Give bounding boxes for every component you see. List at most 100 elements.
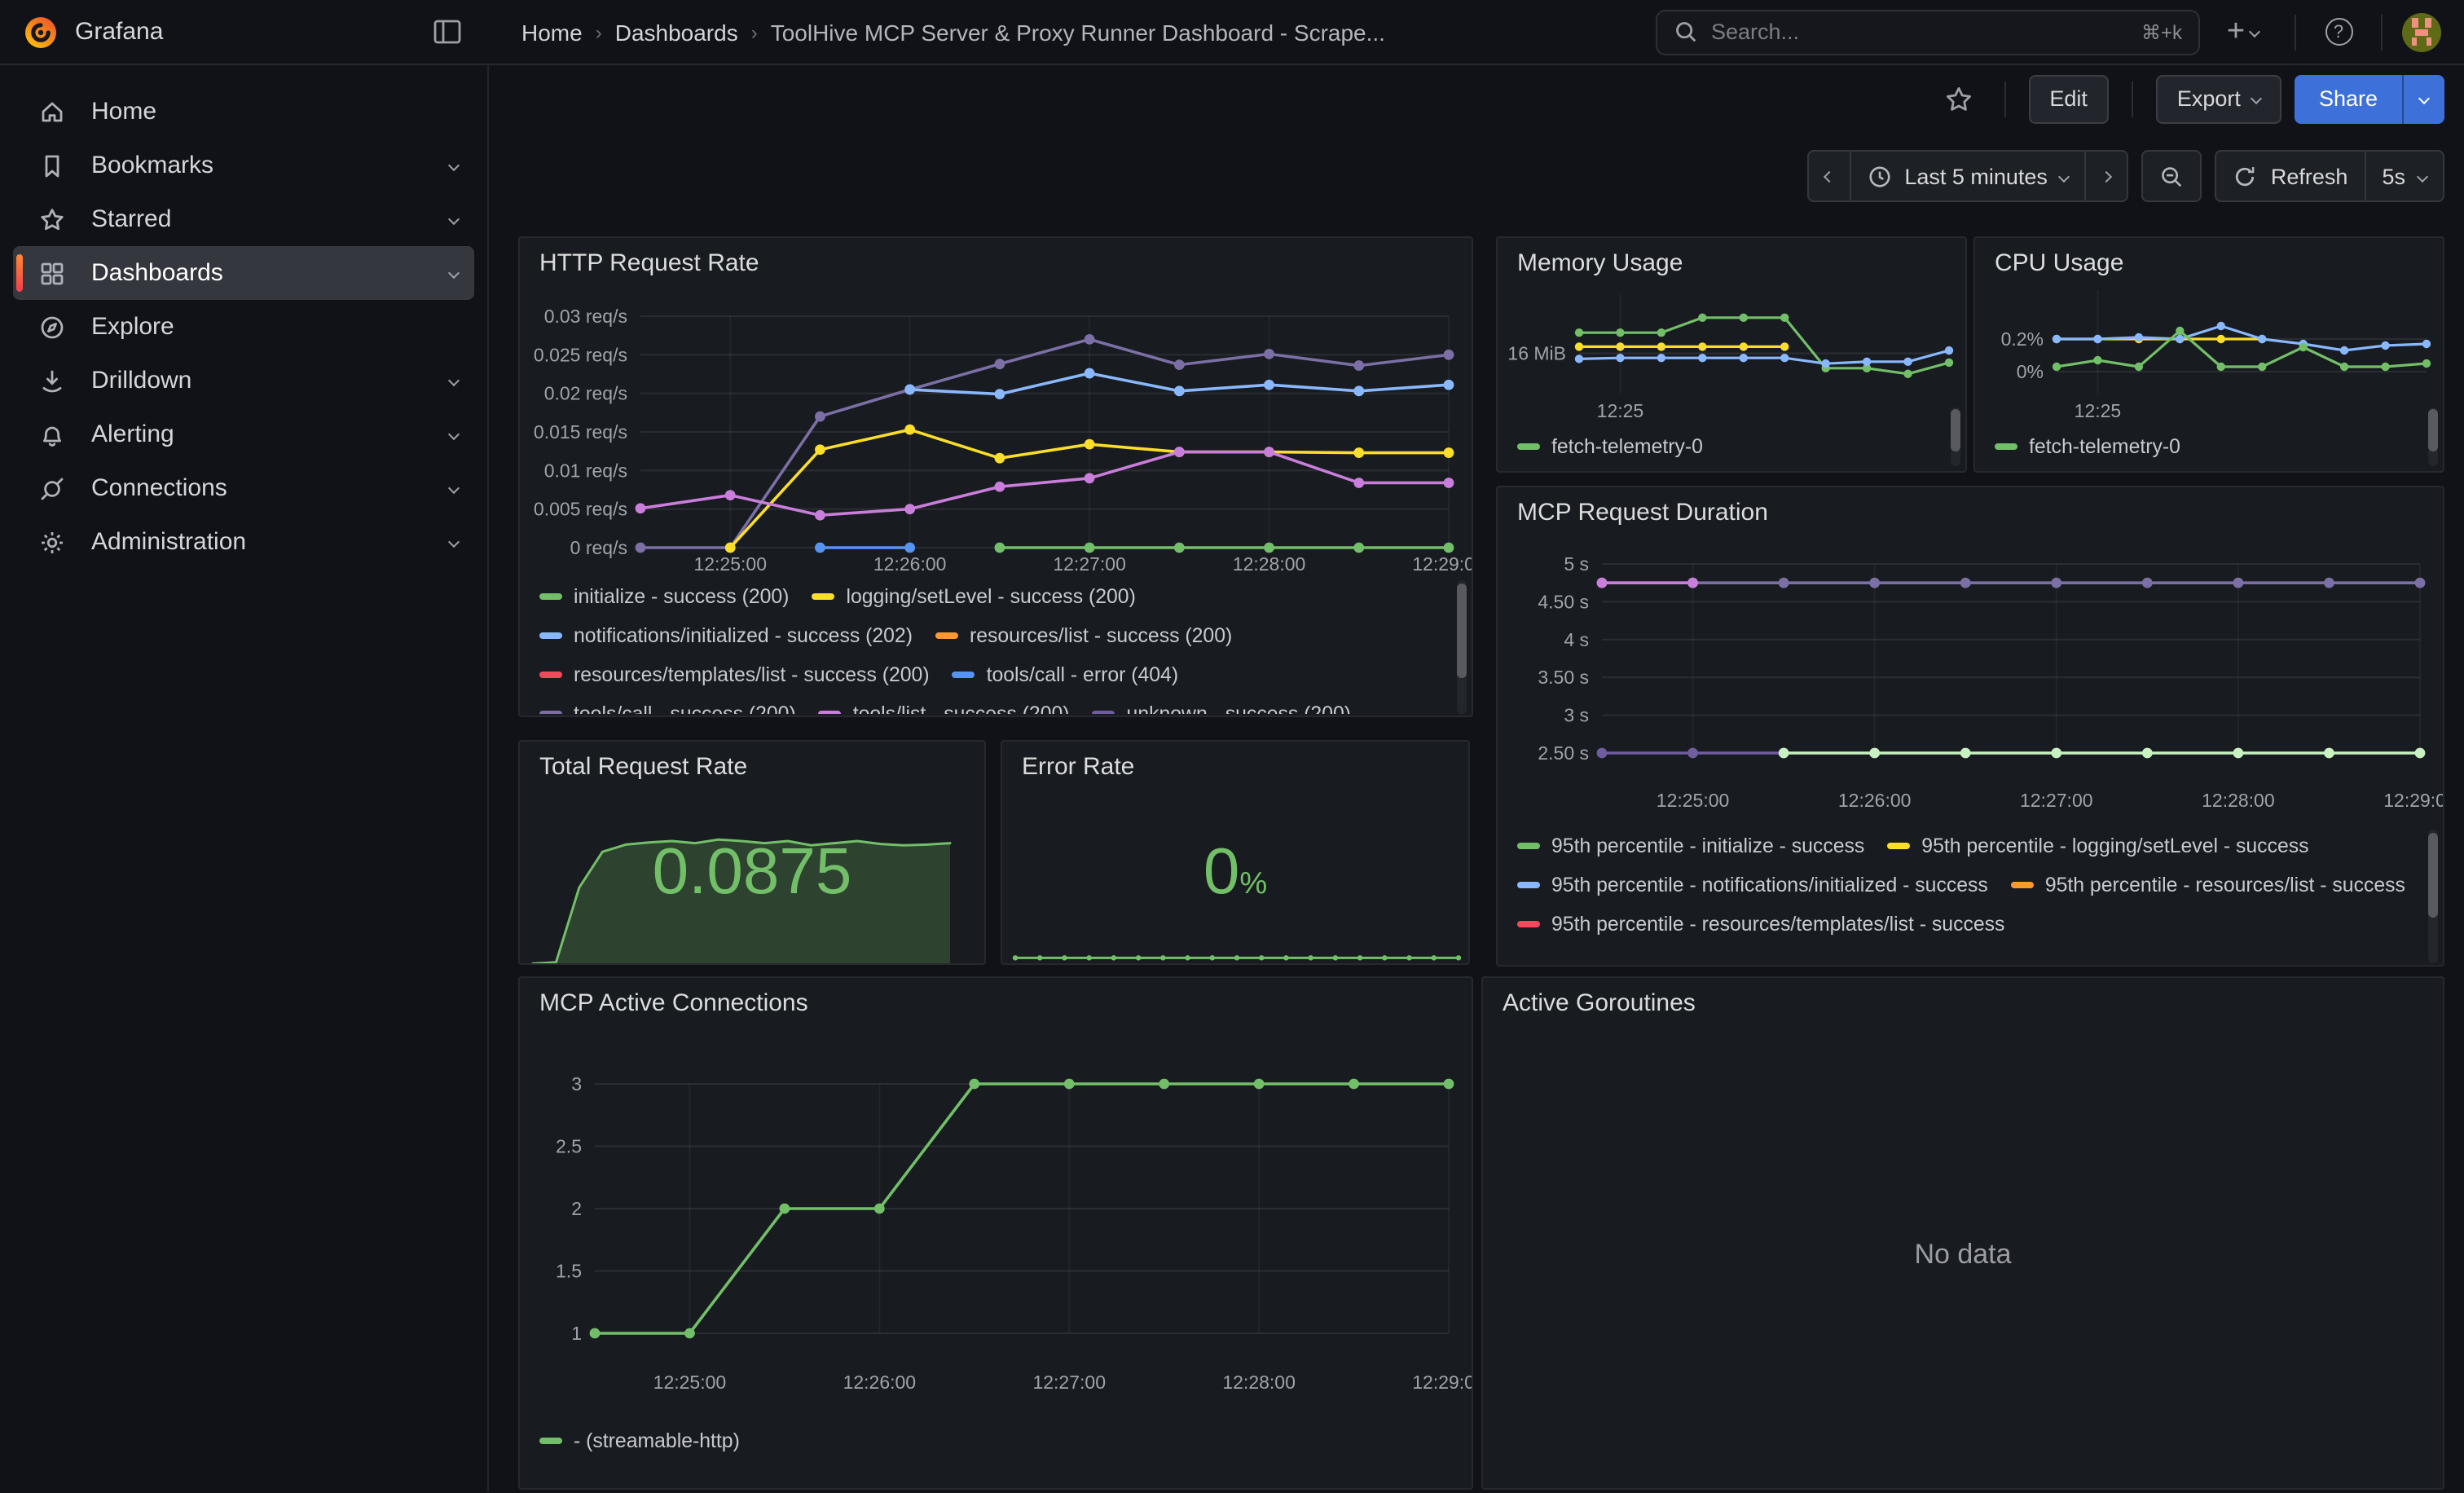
dashboard-canvas: Last 5 minutes bbox=[489, 132, 2464, 1491]
sidebar-item-explore[interactable]: Explore bbox=[13, 300, 474, 354]
sidebar-item-administration[interactable]: Administration bbox=[13, 515, 474, 569]
sidebar-item-starred[interactable]: Starred bbox=[13, 192, 474, 246]
svg-text:12:27:00: 12:27:00 bbox=[1032, 1372, 1106, 1393]
mcp-request-duration-chart[interactable]: 5 s4.50 s4 s3.50 s3 s2.50 s12:25:0012:26… bbox=[1498, 530, 2444, 826]
sidebar-item-dashboards[interactable]: Dashboards bbox=[13, 246, 474, 300]
sidebar-item-alerting[interactable]: Alerting bbox=[13, 407, 474, 461]
total-request-rate-value: 0.0875 bbox=[520, 836, 984, 909]
breadcrumb-home[interactable]: Home bbox=[521, 19, 583, 45]
sidebar-item-drilldown[interactable]: Drilldown bbox=[13, 354, 474, 407]
time-range-picker[interactable]: Last 5 minutes bbox=[1850, 150, 2087, 202]
legend-item[interactable]: 95th percentile - initialize - success bbox=[1517, 826, 1864, 865]
legend-item[interactable]: 95th percentile - resources/templates/li… bbox=[1517, 905, 2004, 944]
svg-text:16 MiB: 16 MiB bbox=[1507, 342, 1566, 363]
series-swatch bbox=[1093, 711, 1115, 714]
legend-scrollbar[interactable] bbox=[1457, 580, 1467, 714]
chevron-down-icon[interactable] bbox=[448, 214, 460, 225]
chevron-down-icon[interactable] bbox=[448, 536, 460, 548]
panel-title[interactable]: CPU Usage bbox=[1975, 238, 2443, 280]
memory-legend: fetch-telemetry-0 bbox=[1517, 427, 1943, 468]
panel-memory-usage: Memory Usage 16 MiB12:25 fetch-telemetry… bbox=[1496, 236, 1967, 473]
legend-item[interactable]: fetch-telemetry-0 bbox=[1995, 427, 2180, 466]
zoom-out-button[interactable] bbox=[2142, 150, 2202, 202]
search-input[interactable]: Search... ⌘+k bbox=[1656, 9, 2200, 55]
legend-item[interactable]: tools/call - error (404) bbox=[953, 655, 1179, 694]
legend-item[interactable]: fetch-telemetry-0 bbox=[1517, 427, 1703, 466]
legend-item[interactable]: 95th percentile - logging/setLevel - suc… bbox=[1887, 826, 2308, 865]
refresh-interval-select[interactable]: 5s bbox=[2365, 150, 2444, 202]
avatar[interactable] bbox=[2402, 12, 2441, 51]
legend-item[interactable]: 95th percentile - resources/list - succe… bbox=[2011, 865, 2405, 905]
chevron-down-icon[interactable] bbox=[448, 429, 460, 440]
export-button[interactable]: Export bbox=[2156, 74, 2281, 123]
breadcrumb-dashboards[interactable]: Dashboards bbox=[615, 19, 738, 45]
legend-scrollbar[interactable] bbox=[2428, 830, 2438, 963]
bell-icon bbox=[39, 421, 65, 447]
share-button[interactable]: Share bbox=[2295, 74, 2402, 123]
svg-text:12:26:00: 12:26:00 bbox=[1838, 790, 1912, 811]
legend-scrollbar[interactable] bbox=[1951, 407, 1960, 466]
legend-item[interactable]: notifications/initialized - success (202… bbox=[539, 616, 913, 655]
legend-item[interactable]: unknown - success (200) bbox=[1093, 694, 1352, 714]
legend-item[interactable]: tools/call - success (200) bbox=[539, 694, 796, 714]
search-placeholder: Search... bbox=[1711, 20, 2128, 44]
series-swatch bbox=[539, 711, 562, 714]
sidebar-nav: HomeBookmarksStarredDashboardsExploreDri… bbox=[0, 65, 489, 1491]
sidebar-item-connections[interactable]: Connections bbox=[13, 461, 474, 515]
breadcrumb-separator: › bbox=[596, 20, 602, 43]
series-swatch bbox=[539, 593, 562, 600]
series-swatch bbox=[539, 672, 562, 678]
svg-text:12:28:00: 12:28:00 bbox=[2202, 790, 2275, 811]
panel-title[interactable]: Active Goroutines bbox=[1483, 978, 2443, 1020]
panel-error-rate: Error Rate 0% bbox=[1001, 740, 1470, 965]
topbar-actions: Search... ⌘+k + ? bbox=[1630, 9, 2464, 55]
panel-title[interactable]: HTTP Request Rate bbox=[520, 238, 1472, 280]
legend-item[interactable]: 95th percentile - notifications/initiali… bbox=[1517, 865, 1988, 905]
add-button[interactable]: + bbox=[2210, 9, 2275, 55]
series-swatch bbox=[1995, 443, 2017, 450]
sidebar-item-home[interactable]: Home bbox=[13, 85, 474, 139]
sidebar-item-bookmarks[interactable]: Bookmarks bbox=[13, 139, 474, 192]
svg-text:5 s: 5 s bbox=[1564, 553, 1589, 575]
cpu-usage-chart[interactable]: 0.2%0%12:25 bbox=[1975, 280, 2444, 424]
time-shift-back-button[interactable] bbox=[1806, 150, 1850, 202]
chevron-down-icon[interactable] bbox=[448, 375, 460, 386]
legend-item[interactable]: - (streamable-http) bbox=[539, 1421, 740, 1460]
grafana-logo[interactable] bbox=[23, 14, 59, 50]
error-rate-value: 0% bbox=[1002, 836, 1468, 909]
chevron-down-icon[interactable] bbox=[448, 160, 460, 171]
svg-text:12:27:00: 12:27:00 bbox=[1053, 553, 1126, 575]
sidebar-toggle-icon[interactable] bbox=[424, 9, 469, 55]
chevron-down-icon[interactable] bbox=[448, 267, 460, 279]
refresh-button[interactable]: Refresh bbox=[2215, 150, 2366, 202]
legend-item[interactable]: resources/list - success (200) bbox=[935, 616, 1232, 655]
share-menu-caret[interactable] bbox=[2402, 74, 2444, 123]
time-shift-forward-button[interactable] bbox=[2087, 150, 2129, 202]
legend-item[interactable]: initialize - success (200) bbox=[539, 577, 789, 616]
chevron-down-icon[interactable] bbox=[448, 482, 460, 494]
series-swatch bbox=[812, 593, 834, 600]
refresh-icon bbox=[2233, 164, 2258, 188]
svg-text:12:27:00: 12:27:00 bbox=[2020, 790, 2093, 811]
http-request-rate-chart[interactable]: 0.03 req/s0.025 req/s0.02 req/s0.015 req… bbox=[520, 280, 1473, 577]
panel-title[interactable]: MCP Active Connections bbox=[520, 978, 1472, 1020]
mcp-active-connections-chart[interactable]: 32.521.5112:25:0012:26:0012:27:0012:28:0… bbox=[520, 1020, 1473, 1415]
svg-text:3.50 s: 3.50 s bbox=[1538, 667, 1589, 688]
series-swatch bbox=[953, 672, 975, 678]
help-icon[interactable]: ? bbox=[2316, 9, 2361, 55]
svg-text:0.015 req/s: 0.015 req/s bbox=[534, 421, 627, 443]
panel-title[interactable]: Memory Usage bbox=[1498, 238, 1965, 280]
legend-item[interactable]: resources/templates/list - success (200) bbox=[539, 655, 930, 694]
svg-text:2.5: 2.5 bbox=[556, 1136, 582, 1157]
legend-item[interactable]: tools/list - success (200) bbox=[819, 694, 1070, 714]
favorite-star-icon[interactable] bbox=[1935, 76, 1981, 121]
panel-title[interactable]: MCP Request Duration bbox=[1498, 487, 2443, 530]
svg-text:12:25: 12:25 bbox=[2075, 400, 2122, 421]
memory-usage-chart[interactable]: 16 MiB12:25 bbox=[1498, 280, 1967, 424]
edit-button[interactable]: Edit bbox=[2028, 74, 2109, 123]
legend-item[interactable]: logging/setLevel - success (200) bbox=[812, 577, 1135, 616]
series-swatch bbox=[1517, 882, 1540, 888]
home-icon bbox=[39, 99, 65, 125]
legend-scrollbar[interactable] bbox=[2428, 407, 2438, 466]
top-bar: Grafana Home › Dashboards › ToolHive MCP… bbox=[0, 0, 2464, 65]
